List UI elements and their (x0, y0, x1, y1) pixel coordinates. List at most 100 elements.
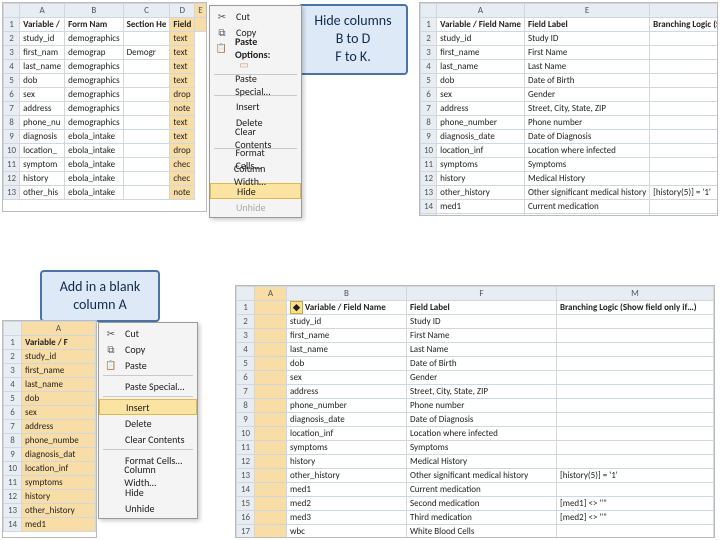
table-row[interactable]: 10location_ebola_intake drop (4, 144, 207, 158)
table-row[interactable]: 11symptomsSymptoms (237, 441, 714, 455)
cell[interactable]: Current medication (407, 483, 557, 497)
row-header[interactable]: 2 (4, 32, 20, 46)
cell[interactable] (255, 427, 287, 441)
cell[interactable]: other_history (22, 504, 96, 518)
row-header[interactable]: 8 (421, 116, 437, 130)
ctx-delete[interactable]: Delete (99, 415, 197, 431)
table-row[interactable]: 6sex (4, 406, 96, 420)
cell[interactable]: Medical History (524, 172, 649, 186)
cell[interactable]: history (20, 172, 65, 186)
cell[interactable]: First Name (524, 46, 649, 60)
cell[interactable]: [history(5)] = '1' (557, 469, 714, 483)
col-header[interactable]: E (524, 4, 649, 18)
cell[interactable]: first_name (437, 46, 525, 60)
cell[interactable]: Second medication (407, 497, 557, 511)
row-header[interactable]: 10 (4, 144, 20, 158)
cell[interactable]: ebola_intake (65, 144, 124, 158)
cell[interactable]: Symptoms (524, 158, 649, 172)
row-header[interactable]: 9 (237, 413, 255, 427)
cell[interactable]: note (170, 102, 195, 116)
cell[interactable]: Symptoms (407, 441, 557, 455)
table-row[interactable]: 16med3Third medication[med2] <> "" (237, 511, 714, 525)
cell[interactable]: Medical History (407, 455, 557, 469)
table-row[interactable]: 5dobDate of Birth (421, 74, 719, 88)
table-row[interactable]: 2study_iddemographicstext (4, 32, 207, 46)
cell[interactable]: [med1] <> "" (650, 214, 718, 217)
row-header[interactable]: 3 (237, 329, 255, 343)
cell[interactable]: Last Name (407, 343, 557, 357)
cell[interactable]: ebola_intake (65, 172, 124, 186)
cell[interactable]: chec (170, 172, 195, 186)
smart-tag-icon[interactable]: ◆ (290, 301, 303, 314)
cell[interactable]: dob (437, 74, 525, 88)
cell[interactable]: first_nam (20, 46, 65, 60)
table-row[interactable]: 6sexGender (421, 88, 719, 102)
cell[interactable]: location_inf (22, 462, 96, 476)
cell[interactable]: [med1] <> "" (557, 497, 714, 511)
cell[interactable]: phone_number (287, 399, 407, 413)
row-header[interactable]: 1 (4, 18, 20, 32)
cell[interactable]: Variable / F (22, 336, 96, 350)
cell[interactable]: history (22, 490, 96, 504)
cell[interactable] (123, 172, 170, 186)
row-header[interactable]: 12 (4, 172, 20, 186)
cell[interactable] (123, 88, 170, 102)
row-header[interactable]: 9 (4, 130, 20, 144)
table-row[interactable]: 12historyebola_intake chec (4, 172, 207, 186)
ctx-cut[interactable]: Cut (99, 325, 197, 341)
table-row[interactable]: 8phone_numberPhone number (421, 116, 719, 130)
cell[interactable]: diagnosis_date (287, 413, 407, 427)
cell[interactable]: diagnosis (20, 130, 65, 144)
grid-bottom-right[interactable]: A B F M 1 ◆Variable / Field Name Field L… (235, 285, 715, 538)
table-row[interactable]: 9diagnosis_dateDate of Diagnosis (237, 413, 714, 427)
cell[interactable]: first_name (287, 329, 407, 343)
row-header[interactable]: 14 (421, 200, 437, 214)
row-header[interactable]: 13 (4, 186, 20, 200)
cell[interactable] (123, 32, 170, 46)
cell[interactable] (255, 525, 287, 539)
corner-cell[interactable] (4, 322, 22, 336)
ctx-paste[interactable]: Paste (99, 357, 197, 373)
cell[interactable]: demographics (65, 102, 124, 116)
cell[interactable]: symptom (20, 158, 65, 172)
row-header[interactable]: 9 (421, 130, 437, 144)
cell[interactable] (650, 60, 718, 74)
table-row[interactable]: 13other_history (4, 504, 96, 518)
row-header[interactable]: 4 (4, 378, 22, 392)
cell[interactable]: Branching Logic (Show field only if…) (557, 301, 714, 315)
table-row[interactable]: 14med1Current medication (237, 483, 714, 497)
cell[interactable]: location_ (20, 144, 65, 158)
cell[interactable] (123, 74, 170, 88)
cell[interactable]: symptoms (22, 476, 96, 490)
table-row[interactable]: 12historyMedical History (237, 455, 714, 469)
cell[interactable]: diagnosis_date (437, 130, 525, 144)
table-row[interactable]: 2study_idStudy ID (237, 315, 714, 329)
cell[interactable] (255, 455, 287, 469)
cell[interactable] (650, 158, 718, 172)
cell[interactable]: First Name (407, 329, 557, 343)
cell[interactable] (650, 74, 718, 88)
cell[interactable] (255, 343, 287, 357)
table-row[interactable]: 8phone_numberPhone number (237, 399, 714, 413)
cell[interactable] (255, 301, 287, 315)
ctx-insert[interactable]: Insert (210, 98, 301, 114)
cell[interactable] (255, 497, 287, 511)
cell[interactable]: last_name (437, 60, 525, 74)
cell[interactable]: text (170, 32, 195, 46)
row-header[interactable]: 7 (4, 102, 20, 116)
cell[interactable]: other_his (20, 186, 65, 200)
cell[interactable]: dob (20, 74, 65, 88)
cell[interactable]: last_name (287, 343, 407, 357)
cell[interactable]: Field Label (524, 18, 649, 32)
cell[interactable]: text (170, 116, 195, 130)
table-row[interactable]: 10location_inf (4, 462, 96, 476)
row-header[interactable]: 15 (421, 214, 437, 217)
corner-cell[interactable] (421, 4, 437, 18)
cell[interactable]: drop (170, 144, 195, 158)
cell[interactable]: text (170, 74, 195, 88)
cell[interactable]: study_id (22, 350, 96, 364)
cell[interactable] (650, 88, 718, 102)
cell[interactable]: Date of Birth (407, 357, 557, 371)
table-row[interactable]: 4last_nameLast Name (237, 343, 714, 357)
context-menu-insert[interactable]: Cut Copy Paste Paste Special… Insert Del… (98, 322, 198, 519)
